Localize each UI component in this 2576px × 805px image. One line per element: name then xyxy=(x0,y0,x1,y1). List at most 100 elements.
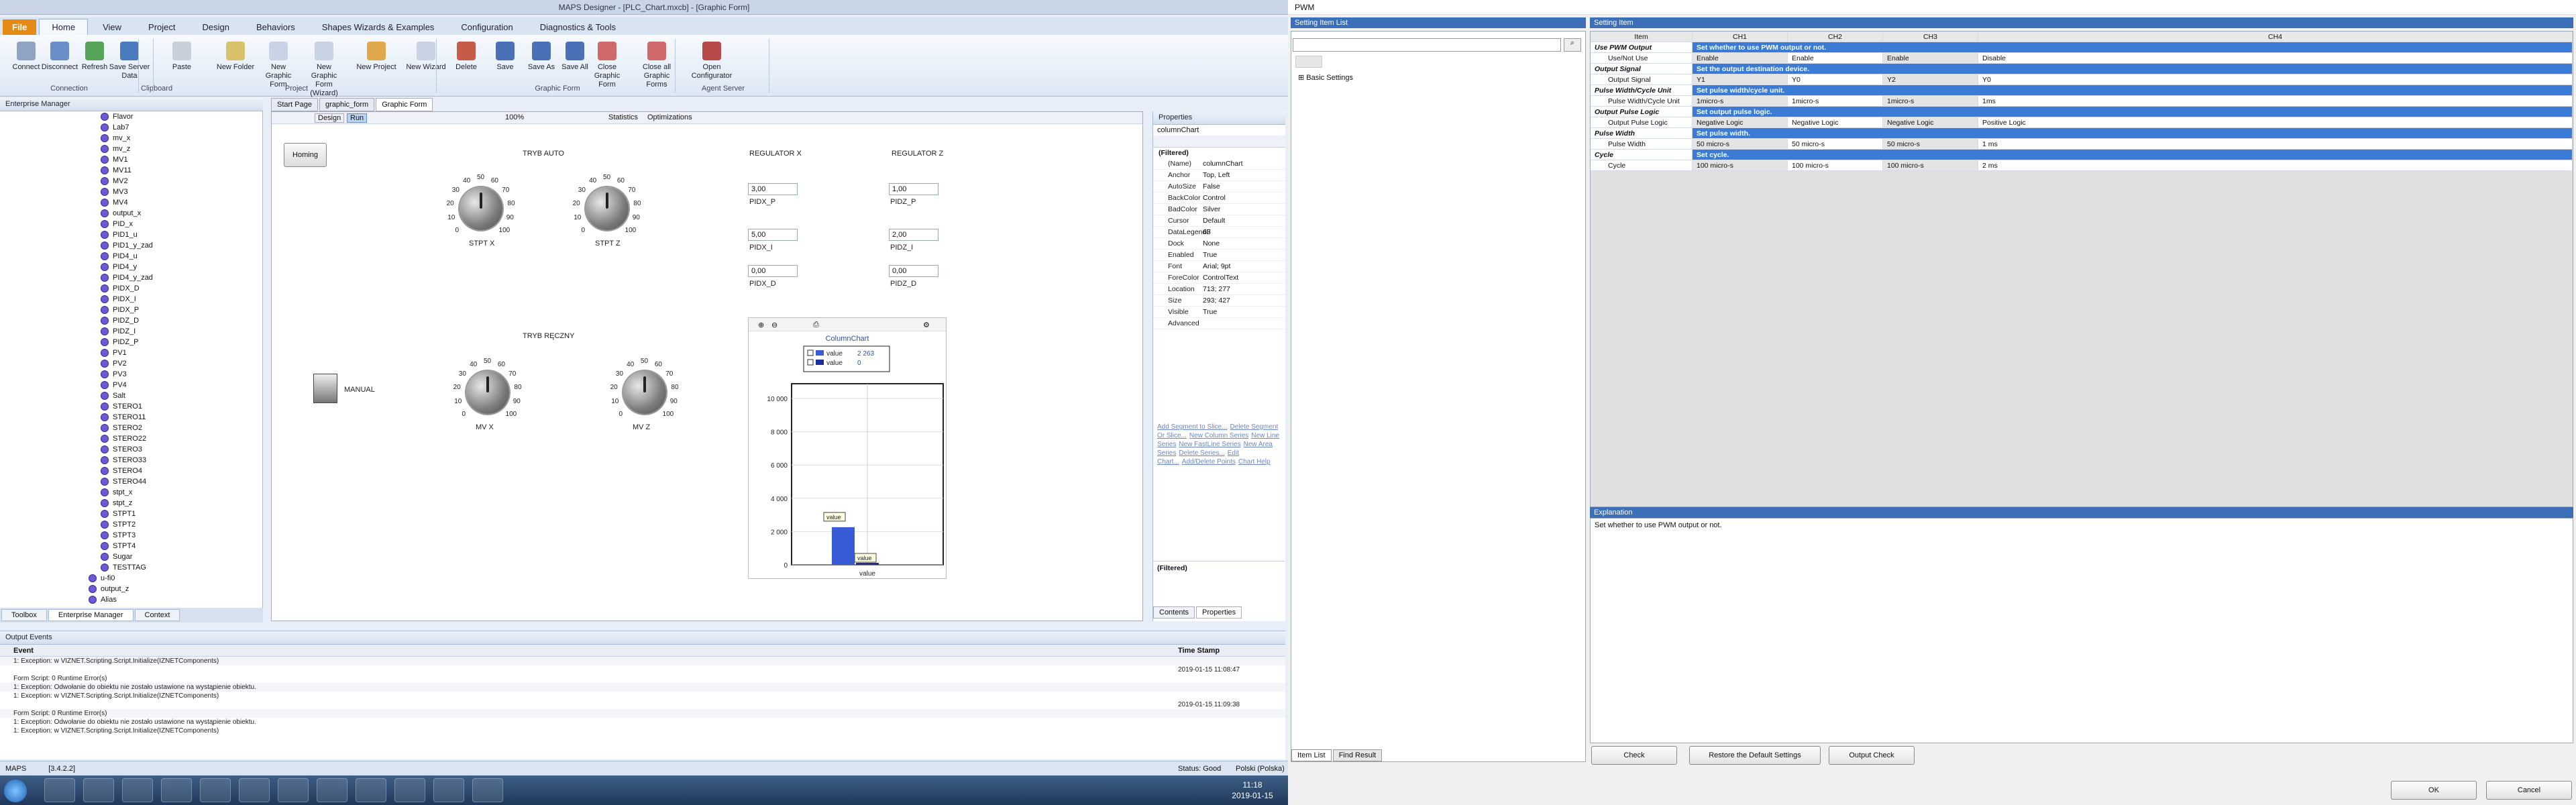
ch3-value[interactable]: Negative Logic xyxy=(1883,117,1978,127)
output-row[interactable]: 1: Exception: w VIZNET.Scripting.Script.… xyxy=(0,657,1285,665)
tab-find-result[interactable]: Find Result xyxy=(1332,749,1383,761)
ch4-value[interactable]: 1ms xyxy=(1978,96,2573,106)
output-row[interactable]: 2019-01-15 11:09:38 xyxy=(0,700,1285,709)
tab-diagnostics[interactable]: Diagnostics & Tools xyxy=(528,19,628,35)
tab-home[interactable]: Home xyxy=(39,19,89,35)
ch3-value[interactable]: 100 micro-s xyxy=(1883,160,1978,170)
tab-contents[interactable]: Contents xyxy=(1153,606,1195,619)
output-row[interactable]: 1: Exception: w VIZNET.Scripting.Script.… xyxy=(0,692,1285,700)
tree-item[interactable]: mv_x xyxy=(0,133,262,144)
tree-item[interactable]: output_x xyxy=(0,208,262,219)
tab-properties[interactable]: Properties xyxy=(1196,606,1242,619)
ribbon-button-6[interactable]: New Graphic Form xyxy=(258,42,299,89)
tree-item[interactable]: PID_x xyxy=(0,219,262,229)
ch1-value[interactable]: Enable xyxy=(1693,53,1788,63)
ch4-value[interactable]: Positive Logic xyxy=(1978,117,2573,127)
ch4-value[interactable]: Y0 xyxy=(1978,74,2573,85)
ch4-value[interactable]: Disable xyxy=(1978,53,2573,63)
tree-item[interactable]: STERO33 xyxy=(0,455,262,466)
output-row[interactable]: 1: Exception: w VIZNET.Scripting.Script.… xyxy=(0,727,1285,735)
property-row[interactable]: BadColor Silver xyxy=(1153,204,1285,215)
ribbon-button-9[interactable]: New Wizard xyxy=(405,42,447,72)
run-toggle[interactable]: Run xyxy=(347,113,368,123)
ch1-value[interactable]: Y1 xyxy=(1693,74,1788,85)
ribbon-button-3[interactable]: Save Server Data xyxy=(109,42,150,80)
output-row[interactable]: Form Script: 0 Runtime Error(s) xyxy=(0,709,1285,718)
property-row[interactable]: Advanced xyxy=(1153,318,1285,329)
legend-checkbox[interactable] xyxy=(807,350,814,356)
tab-file[interactable]: File xyxy=(3,19,37,35)
tree-item[interactable]: STPT1 xyxy=(0,508,262,519)
manual-switch[interactable] xyxy=(313,374,337,403)
tree-item[interactable]: u-fi0 xyxy=(0,573,262,584)
ribbon-button-14[interactable]: Close Graphic Form xyxy=(586,42,628,89)
taskbar-tool4-icon[interactable] xyxy=(433,778,464,802)
tree-item[interactable]: mv_z xyxy=(0,144,262,154)
tree-item[interactable]: PIDZ_D xyxy=(0,315,262,326)
taskbar-tool5-icon[interactable] xyxy=(472,778,503,802)
property-link[interactable]: Add/Delete Points xyxy=(1182,458,1236,466)
tree-item[interactable]: stpt_z xyxy=(0,498,262,508)
tree-item[interactable]: Lab7 xyxy=(0,122,262,133)
ch3-value[interactable]: 50 micro-s xyxy=(1883,139,1978,149)
search-button[interactable]: ⌕ xyxy=(1564,38,1581,52)
tree-item[interactable]: PV2 xyxy=(0,358,262,369)
tree-item[interactable]: PID4_y xyxy=(0,262,262,272)
tree-item[interactable]: MV3 xyxy=(0,186,262,197)
enterprise-tree[interactable]: Flavor Lab7 mv_x mv_z MV1 MV11 MV2 MV3 MV4 output… xyxy=(0,111,263,608)
ok-button[interactable]: OK xyxy=(2391,781,2477,800)
cancel-button[interactable]: Cancel xyxy=(2486,781,2572,800)
ch4-value[interactable]: 1 ms xyxy=(1978,139,2573,149)
tree-item[interactable]: MV1 xyxy=(0,154,262,165)
print-icon[interactable]: ⎙ xyxy=(813,321,819,329)
pidx-d-input[interactable]: 0,00 xyxy=(748,265,798,277)
start-button-icon[interactable] xyxy=(4,780,27,802)
tree-item[interactable]: STPT2 xyxy=(0,519,262,530)
ch2-value[interactable]: 50 micro-s xyxy=(1788,139,1883,149)
ribbon-button-10[interactable]: Delete xyxy=(445,42,487,72)
tree-item[interactable]: STERO1 xyxy=(0,401,262,412)
tab-enterprise-manager[interactable]: Enterprise Manager xyxy=(48,609,133,621)
tree-item[interactable]: Sugar xyxy=(0,551,262,562)
tree-item[interactable]: PID4_y_zad xyxy=(0,272,262,283)
tree-item[interactable]: STERO2 xyxy=(0,423,262,433)
tab-shapes-wizards[interactable]: Shapes Wizards & Examples xyxy=(310,19,447,35)
taskbar-media-icon[interactable] xyxy=(122,778,153,802)
tree-item[interactable]: STERO44 xyxy=(0,476,262,487)
tree-item[interactable]: PID1_y_zad xyxy=(0,240,262,251)
ch2-value[interactable]: Negative Logic xyxy=(1788,117,1883,127)
property-row[interactable]: Anchor Top, Left xyxy=(1153,170,1285,181)
output-check-button[interactable]: Output Check xyxy=(1829,746,1915,765)
ribbon-button-15[interactable]: Close all Graphic Forms xyxy=(636,42,678,89)
category-row[interactable]: Pulse Width Set pulse width. xyxy=(1591,128,2573,139)
expand-icon[interactable]: ⊞ xyxy=(1298,74,1304,82)
tab-context[interactable]: Context xyxy=(134,609,180,621)
tree-item[interactable]: TESTTAG xyxy=(0,562,262,573)
property-row[interactable]: Cursor Default xyxy=(1153,215,1285,227)
doc-tab-start[interactable]: Start Page xyxy=(271,98,318,111)
optimizations-button[interactable]: Optimizations xyxy=(647,113,692,121)
ch3-value[interactable]: Enable xyxy=(1883,53,1978,63)
tree-item[interactable]: PID1_u xyxy=(0,229,262,240)
setting-row[interactable]: Cycle 100 micro-s 100 micro-s 100 micro-s 2 … xyxy=(1591,160,2573,171)
clock[interactable]: 11:18 2019-01-15 xyxy=(1222,780,1283,801)
tree-item[interactable]: PID4_u xyxy=(0,251,262,262)
ch3-value[interactable]: Y2 xyxy=(1883,74,1978,85)
tree-item[interactable]: Alias xyxy=(0,594,262,605)
tree-item[interactable]: STERO22 xyxy=(0,433,262,444)
property-row[interactable]: (Name) columnChart xyxy=(1153,158,1285,170)
taskbar-ie-icon[interactable] xyxy=(44,778,75,802)
property-link[interactable]: New Column Series xyxy=(1189,432,1248,439)
property-row[interactable]: BackColor Control xyxy=(1153,193,1285,204)
statistics-button[interactable]: Statistics xyxy=(608,113,638,121)
tab-item-list[interactable]: Item List xyxy=(1291,749,1332,761)
pidz-i-input[interactable]: 2,00 xyxy=(889,229,938,241)
setting-row[interactable]: Pulse Width 50 micro-s 50 micro-s 50 micro-… xyxy=(1591,139,2573,150)
tab-design[interactable]: Design xyxy=(191,19,241,35)
chart-settings-icon[interactable]: ⚙ xyxy=(923,321,930,329)
knob[interactable] xyxy=(460,187,502,230)
doc-tab-graphic-form[interactable]: Graphic Form xyxy=(376,98,433,111)
output-row[interactable]: 2019-01-15 11:08:47 xyxy=(0,665,1285,674)
category-row[interactable]: Output Signal Set the output destination … xyxy=(1591,64,2573,74)
setting-row[interactable]: Pulse Width/Cycle Unit 1micro-s 1micro-s 1m… xyxy=(1591,96,2573,107)
